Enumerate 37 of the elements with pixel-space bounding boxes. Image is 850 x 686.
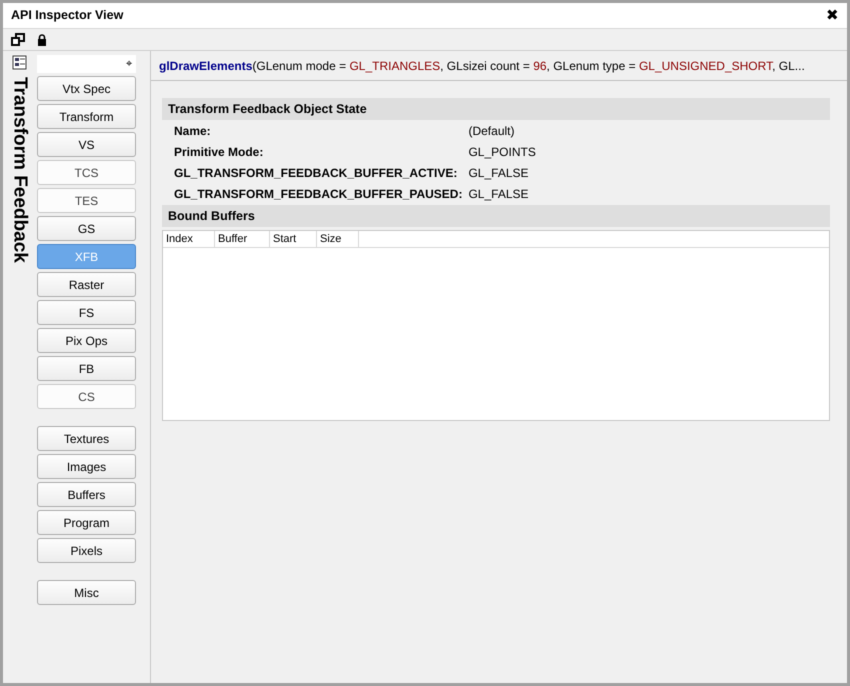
pipeline-button[interactable]: Vtx Spec (37, 76, 136, 101)
property-label: Name: (174, 123, 212, 140)
section-header: Transform Feedback Object State (162, 98, 830, 120)
property-value: (Default) (468, 123, 516, 140)
pipeline-button[interactable]: GS (37, 216, 136, 241)
restore-window-icon[interactable] (11, 33, 25, 46)
section-heading: Transform Feedback (10, 77, 30, 263)
pipeline-button[interactable]: Buffers (37, 482, 136, 507)
pipeline-button[interactable]: Transform (37, 104, 136, 129)
pipeline-button[interactable]: FB (37, 356, 136, 381)
section-header: Bound Buffers (162, 205, 830, 227)
pipeline-button[interactable]: FS (37, 300, 136, 325)
api-call-text: glDrawElements(GLenum mode = GL_TRIANGLES, GLsizei count = 96, GLenum type = GL_UNSIGNED_SHORT, GL... (159, 58, 805, 74)
window-title: API Inspector View (11, 7, 124, 24)
close-button[interactable]: ✖ (826, 8, 839, 23)
pipeline-button[interactable]: Pixels (37, 538, 136, 563)
property-label: GL_TRANSFORM_FEEDBACK_BUFFER_ACTIVE: (174, 165, 458, 182)
column-header[interactable]: Size (317, 231, 359, 247)
pin-icon[interactable]: ⌖ (126, 56, 132, 72)
column-header[interactable]: Start (270, 231, 317, 247)
list-icon[interactable] (12, 55, 28, 71)
pipeline-button[interactable]: Textures (37, 426, 136, 451)
pipeline-button[interactable]: Misc (37, 580, 136, 605)
column-header[interactable]: Buffer (215, 231, 270, 247)
pipeline-button[interactable]: Program (37, 510, 136, 535)
property-label: Primitive Mode: (174, 144, 264, 161)
property-value: GL_POINTS (468, 144, 537, 161)
filter-field[interactable]: ⌖ (37, 55, 136, 73)
pipeline-button[interactable]: Pix Ops (37, 328, 136, 353)
pipeline-button[interactable]: Images (37, 454, 136, 479)
pipeline-button[interactable]: VS (37, 132, 136, 157)
lock-icon[interactable] (37, 34, 47, 46)
pipeline-button[interactable]: Raster (37, 272, 136, 297)
property-label: GL_TRANSFORM_FEEDBACK_BUFFER_PAUSED: (174, 186, 462, 203)
property-value: GL_FALSE (468, 186, 530, 203)
column-header[interactable]: Index (163, 231, 215, 247)
property-value: GL_FALSE (468, 165, 530, 182)
